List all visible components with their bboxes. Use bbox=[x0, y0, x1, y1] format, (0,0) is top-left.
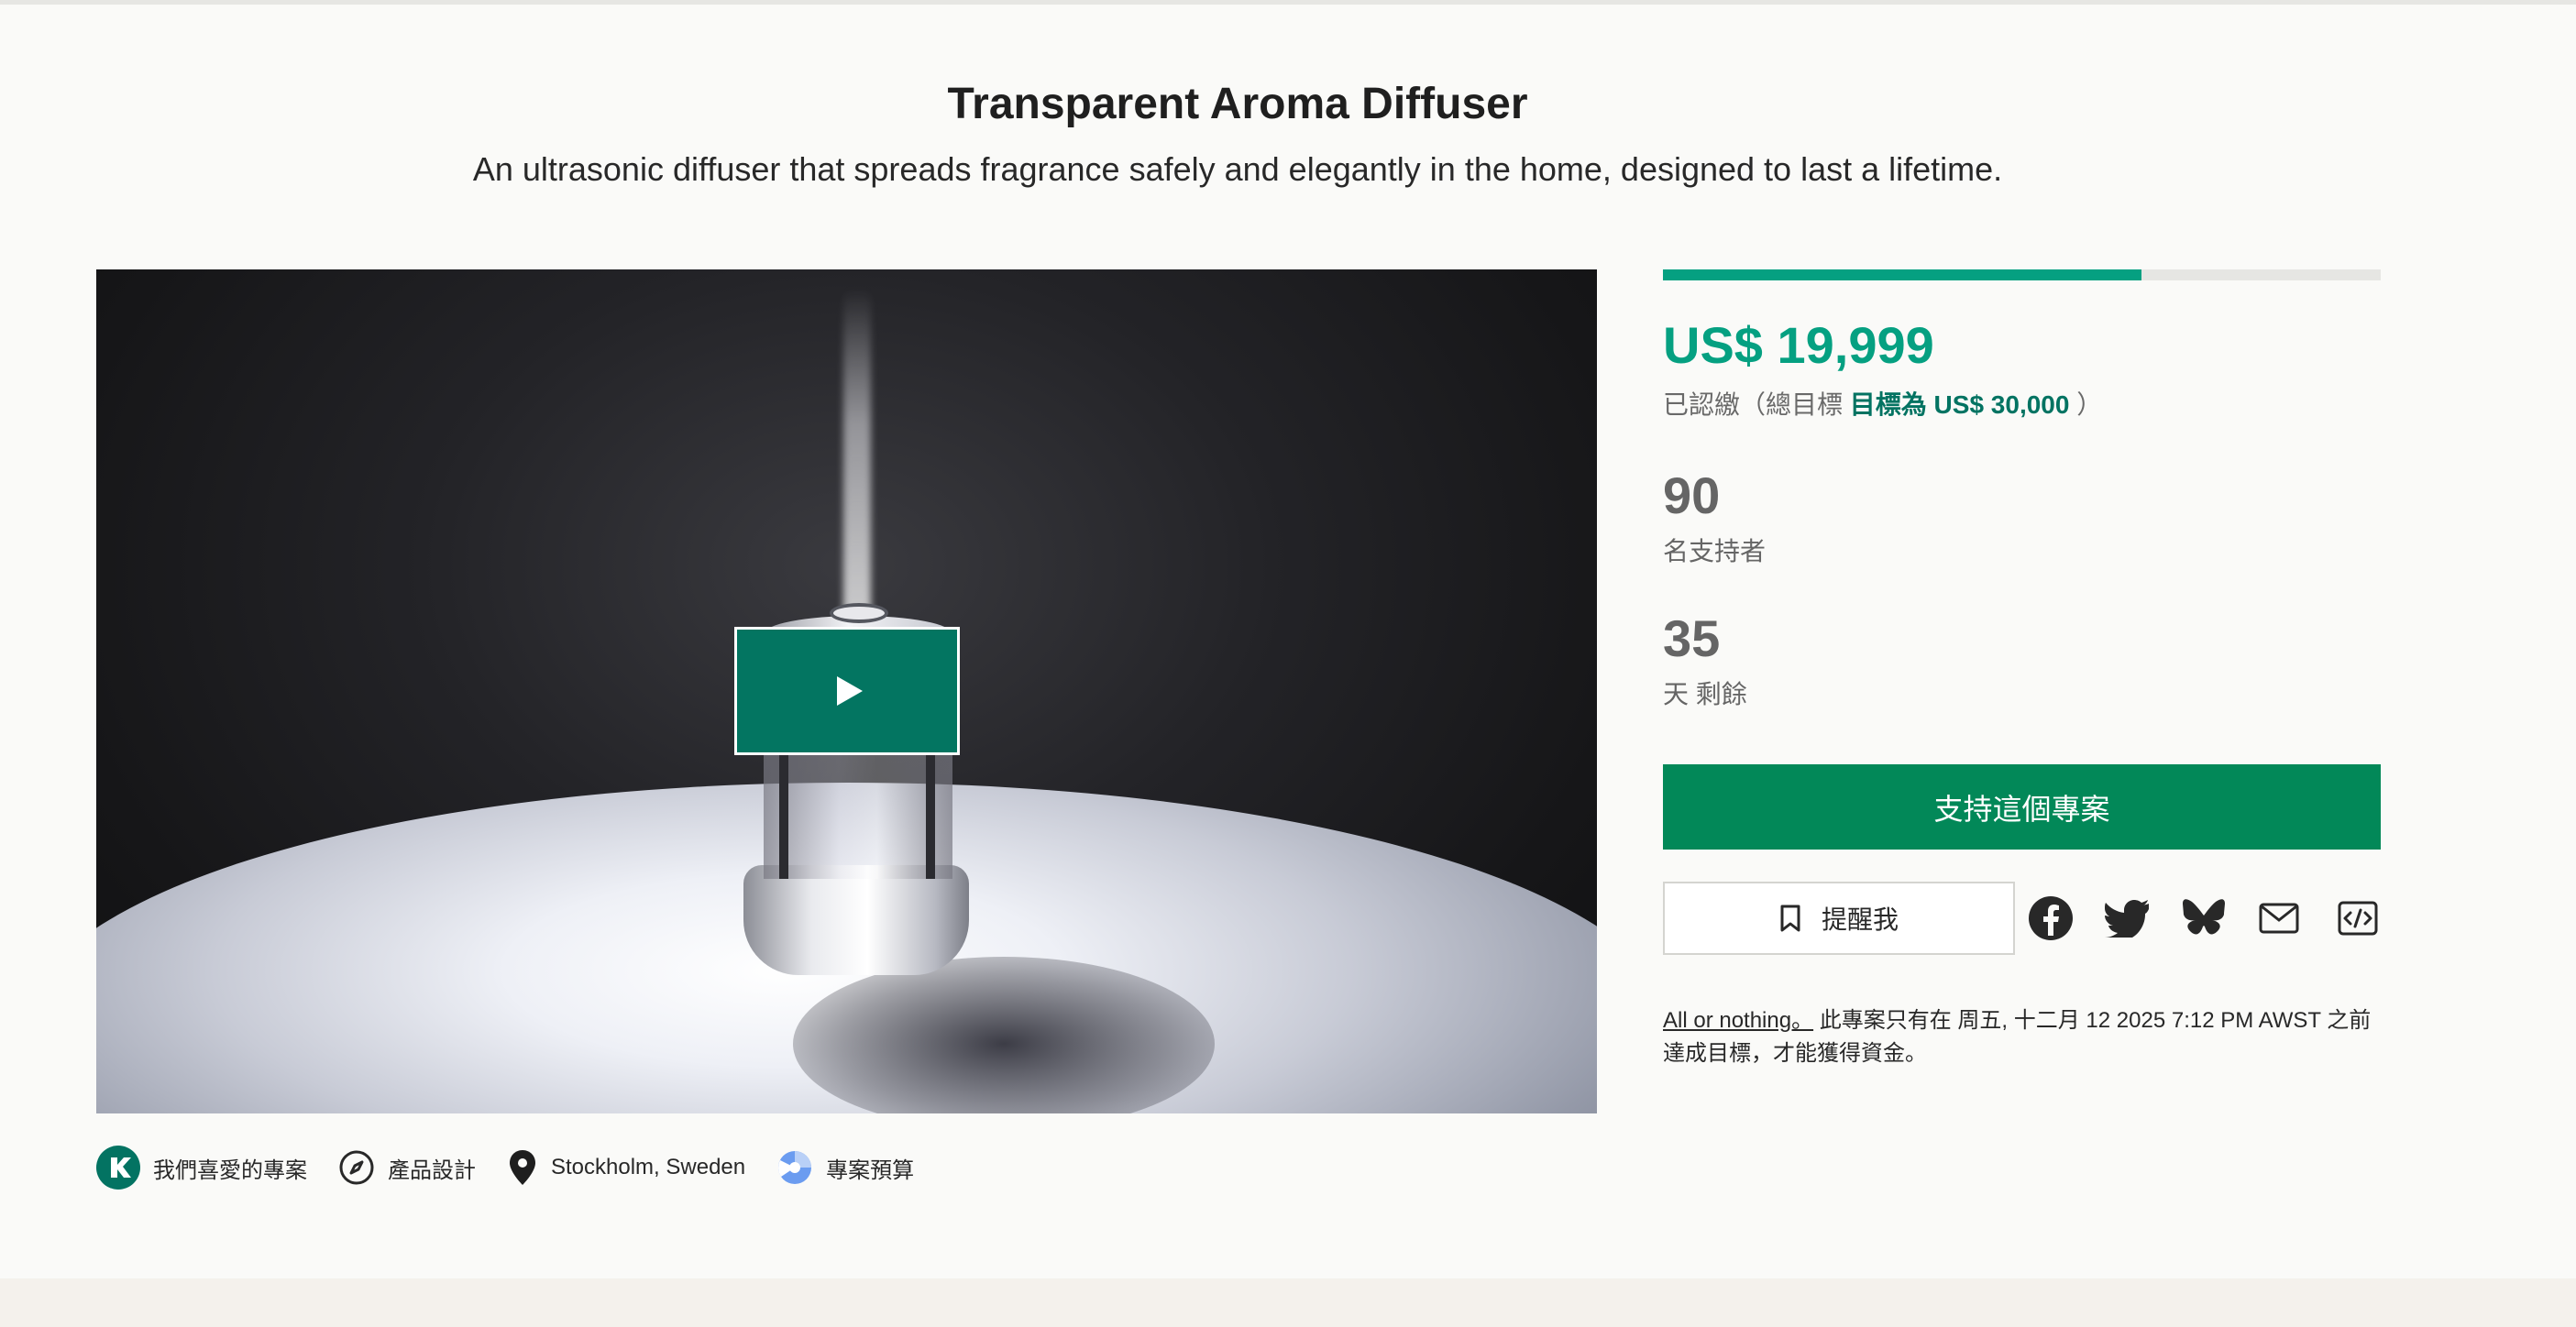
project-subtitle: An ultrasonic diffuser that spreads frag… bbox=[472, 150, 2003, 188]
play-button[interactable] bbox=[734, 627, 960, 755]
tag-label: 我們喜愛的專案 bbox=[153, 1157, 307, 1183]
bookmark-icon bbox=[1779, 905, 1801, 932]
goal-suffix: ） bbox=[2069, 390, 2103, 419]
remind-me-button[interactable]: 提醒我 bbox=[1663, 882, 2015, 955]
backers-count: 90 bbox=[1663, 466, 1721, 524]
mail-icon[interactable] bbox=[2255, 894, 2303, 942]
tag-location[interactable]: Stockholm, Sweden bbox=[507, 1148, 745, 1187]
tag-product-design[interactable]: 產品設計 bbox=[338, 1149, 476, 1186]
tag-label: Stockholm, Sweden bbox=[551, 1155, 746, 1179]
goal-prefix: 已認繳（總目標 bbox=[1663, 390, 1850, 419]
twitter-icon[interactable] bbox=[2103, 894, 2151, 942]
budget-icon bbox=[776, 1149, 813, 1186]
funding-progress-bar bbox=[1663, 269, 2381, 280]
goal-line: 已認繳（總目標 目標為 US$ 30,000 ） bbox=[1663, 385, 2102, 422]
bluesky-icon[interactable] bbox=[2180, 894, 2228, 942]
goal-amount: 目標為 US$ 30,000 bbox=[1849, 390, 2070, 419]
pledged-amount: US$ 19,999 bbox=[1663, 316, 1934, 374]
diffuser-base bbox=[743, 865, 969, 975]
days-remaining-label: 天 剩餘 bbox=[1663, 680, 1747, 708]
location-pin-icon bbox=[507, 1148, 538, 1187]
all-or-nothing-notice: All or nothing。 此專案只有在 周五, 十二月 12 2025 7… bbox=[1663, 1004, 2381, 1070]
remind-label: 提醒我 bbox=[1821, 905, 1899, 934]
kickstarter-k-icon bbox=[96, 1146, 140, 1190]
all-or-nothing-link[interactable]: All or nothing。 bbox=[1663, 1008, 1813, 1033]
backers-label: 名支持者 bbox=[1663, 537, 1767, 565]
footer-band bbox=[0, 1278, 2576, 1327]
project-title: Transparent Aroma Diffuser bbox=[947, 80, 1528, 128]
project-video[interactable] bbox=[96, 269, 1597, 1113]
facebook-icon[interactable] bbox=[2027, 894, 2075, 942]
back-this-project-button[interactable]: 支持這個專案 bbox=[1663, 764, 2381, 850]
embed-icon[interactable] bbox=[2334, 894, 2382, 942]
tag-label: 產品設計 bbox=[388, 1157, 476, 1183]
project-tags: 我們喜愛的專案 產品設計 Stockholm, Sweden 專案預算 bbox=[96, 1146, 945, 1190]
diffuser-nozzle bbox=[830, 603, 888, 623]
days-remaining-count: 35 bbox=[1663, 609, 1721, 667]
compass-icon bbox=[338, 1149, 375, 1186]
tag-project-budget[interactable]: 專案預算 bbox=[776, 1149, 914, 1186]
diffuser-mist bbox=[843, 288, 871, 627]
funding-progress-fill bbox=[1663, 269, 2142, 280]
play-icon bbox=[837, 676, 863, 706]
tag-projects-we-love[interactable]: 我們喜愛的專案 bbox=[96, 1146, 307, 1190]
tag-label: 專案預算 bbox=[826, 1157, 915, 1183]
top-divider bbox=[0, 0, 2576, 5]
